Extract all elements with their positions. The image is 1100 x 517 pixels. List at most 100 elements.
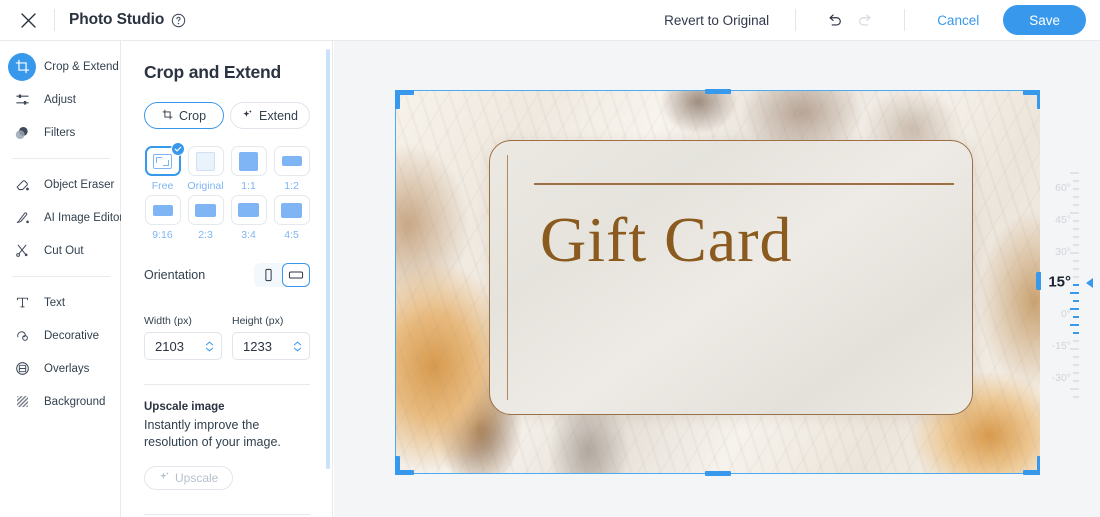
sidebar-item-ai-image-editor[interactable]: AI Image Editor <box>0 201 124 234</box>
help-circle-icon[interactable] <box>171 13 186 28</box>
width-stepper[interactable] <box>205 341 214 352</box>
ruler-tick <box>1073 188 1079 190</box>
ruler-tick-active <box>1073 332 1079 334</box>
free-crop-icon <box>153 153 172 169</box>
sidebar-item-overlays[interactable]: Overlays <box>0 352 120 385</box>
sidebar-item-cut-out[interactable]: Cut Out <box>0 234 120 267</box>
divider <box>904 9 906 31</box>
ruler-tick <box>1073 228 1079 230</box>
save-button[interactable]: Save <box>1003 5 1086 35</box>
revert-to-original-button[interactable]: Revert to Original <box>660 7 773 34</box>
width-value: 2103 <box>155 338 184 354</box>
ruler-tick <box>1073 372 1079 374</box>
ratio-thumb <box>230 195 267 225</box>
height-input[interactable]: 1233 <box>232 332 310 360</box>
ratio-option-free[interactable]: Free <box>144 142 185 192</box>
ruler-pointer-icon <box>1086 278 1093 288</box>
panel-title: Crop and Extend <box>144 62 282 82</box>
ratio-option-1-1[interactable]: 1:1 <box>230 146 267 192</box>
sidebar-item-label: Adjust <box>44 93 76 106</box>
sidebar-item-filters[interactable]: Filters <box>0 116 120 149</box>
ruler-tick <box>1070 388 1079 390</box>
sidebar-item-label: Decorative <box>44 329 99 342</box>
ratio-shape <box>195 203 216 217</box>
ratio-shape <box>152 204 173 216</box>
ratio-shape <box>281 156 302 166</box>
filters-icon <box>8 119 36 147</box>
gift-card-graphic: Gift Card <box>489 140 973 415</box>
width-field: Width (px) 2103 <box>144 315 222 360</box>
width-input[interactable]: 2103 <box>144 332 222 360</box>
tab-crop[interactable]: Crop <box>144 102 224 129</box>
top-bar: Photo Studio Revert to Original Cancel S… <box>0 0 1100 41</box>
ratio-option-4-5[interactable]: 4:5 <box>273 195 310 241</box>
height-stepper[interactable] <box>293 341 302 352</box>
ruler-tick <box>1073 340 1079 342</box>
ratio-thumb <box>144 142 185 176</box>
ratio-option-2-3[interactable]: 2:3 <box>187 195 224 241</box>
ruler-label: 60° <box>1055 182 1071 194</box>
ratio-shape <box>238 203 259 217</box>
width-label: Width (px) <box>144 315 192 327</box>
sidebar-item-adjust[interactable]: Adjust <box>0 83 120 116</box>
sidebar-item-label: Object Eraser <box>44 178 115 191</box>
image-canvas[interactable]: Gift Card <box>395 90 1041 474</box>
ratio-thumb <box>273 146 310 176</box>
height-field: Height (px) 1233 <box>232 315 310 360</box>
ratio-shape <box>281 202 302 218</box>
original-ratio-icon <box>196 151 215 171</box>
sidebar-item-label: Crop & Extend <box>44 60 119 73</box>
height-label: Height (px) <box>232 315 284 327</box>
card-left-rule <box>507 155 508 400</box>
ruler-tick <box>1070 252 1079 254</box>
sidebar-item-crop-extend[interactable]: Crop & Extend <box>0 50 120 83</box>
page-title: Photo Studio <box>69 11 165 28</box>
portrait-icon[interactable] <box>254 263 282 287</box>
landscape-icon[interactable] <box>282 263 310 287</box>
tab-extend[interactable]: Extend <box>230 102 310 129</box>
undo-icon[interactable] <box>818 4 850 36</box>
sparkle-icon <box>159 471 170 485</box>
upscale-button[interactable]: Upscale <box>144 466 234 490</box>
ruler-label: -30° <box>1051 372 1071 384</box>
ruler-tick <box>1070 212 1079 214</box>
ruler-tick <box>1073 364 1079 366</box>
orientation-label: Orientation <box>144 268 206 282</box>
ratio-thumb <box>144 195 181 225</box>
ruler-tick-active <box>1070 292 1079 294</box>
rotation-ruler[interactable]: 60° 45° 30° 15° 0° -15° -30° <box>1040 41 1100 517</box>
card-top-rule <box>534 183 954 185</box>
ratio-option-9-16[interactable]: 9:16 <box>144 195 181 241</box>
sidebar-item-label: AI Image Editor <box>44 211 124 224</box>
sidebar-item-label: Text <box>44 296 66 309</box>
eraser-icon <box>8 171 36 199</box>
scissors-icon <box>8 237 36 265</box>
sliders-icon <box>8 86 36 114</box>
rotation-edge-handle[interactable] <box>1036 272 1041 290</box>
ratio-label: Free <box>151 180 174 192</box>
ruler-label: 30° <box>1055 246 1071 258</box>
ruler-tick <box>1073 260 1079 262</box>
close-icon[interactable] <box>10 2 46 38</box>
aspect-ratio-grid: Free Original 1:1 1:2 9:16 2:3 3:4 4:5 <box>144 142 310 241</box>
height-value: 1233 <box>243 338 272 354</box>
check-icon <box>170 142 185 156</box>
divider <box>795 9 797 31</box>
ratio-label: 9:16 <box>152 229 173 241</box>
cancel-button[interactable]: Cancel <box>927 7 989 34</box>
panel-scrollbar[interactable] <box>326 49 330 469</box>
ratio-thumb <box>187 146 224 176</box>
ratio-option-original[interactable]: Original <box>187 146 224 192</box>
background-icon <box>8 388 36 416</box>
ruler-tick <box>1073 220 1079 222</box>
ratio-option-1-2[interactable]: 1:2 <box>273 146 310 192</box>
ruler-tick <box>1073 268 1079 270</box>
decorative-icon <box>8 322 36 350</box>
ratio-option-3-4[interactable]: 3:4 <box>230 195 267 241</box>
sidebar-item-background[interactable]: Background <box>0 385 120 418</box>
sidebar-item-text[interactable]: Text <box>0 286 120 319</box>
sidebar-item-decorative[interactable]: Decorative <box>0 319 120 352</box>
sidebar-item-object-eraser[interactable]: Object Eraser <box>0 168 120 201</box>
ratio-label: Original <box>187 180 224 192</box>
divider <box>54 9 55 31</box>
